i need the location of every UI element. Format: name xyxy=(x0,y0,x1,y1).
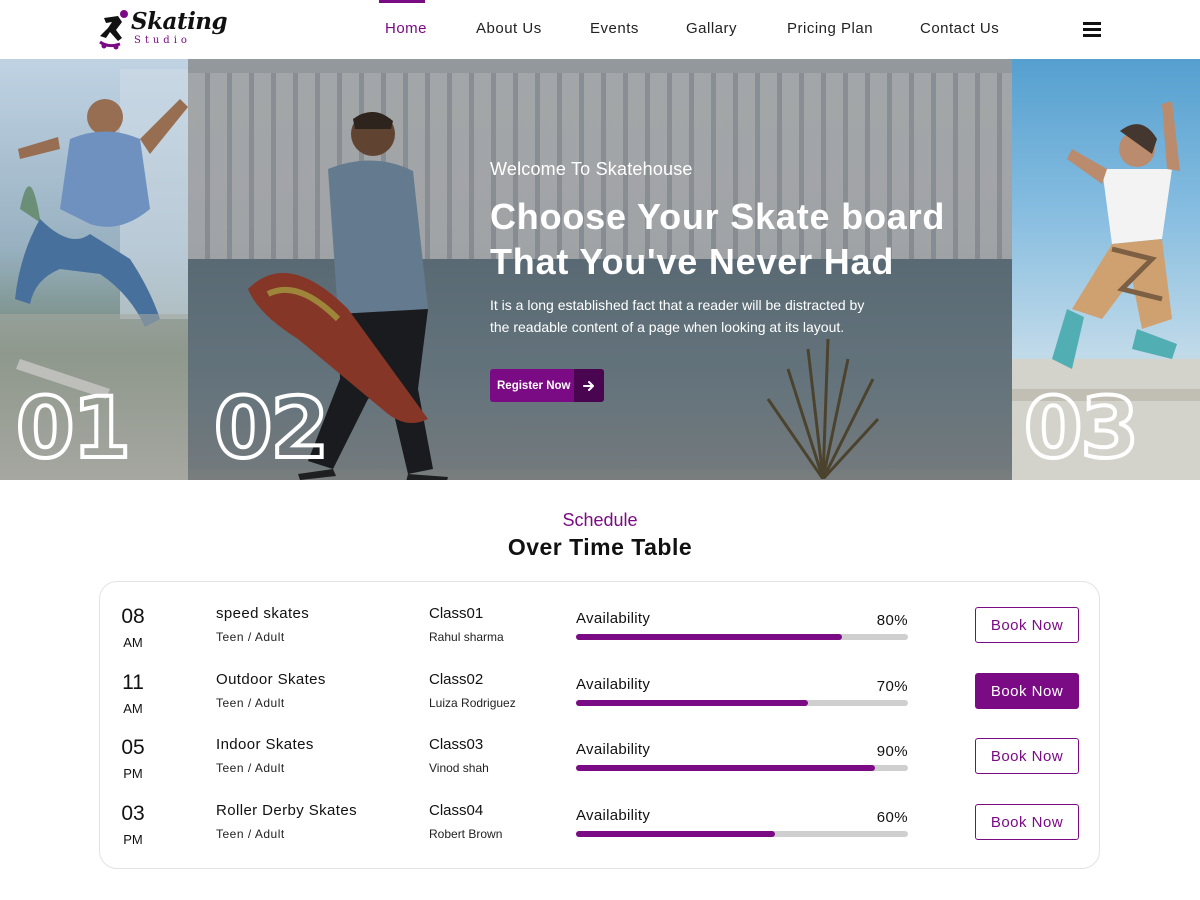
hamburger-icon[interactable] xyxy=(1083,22,1101,38)
availability-bar xyxy=(576,634,908,640)
class-audience: Teen / Adult xyxy=(216,827,285,841)
arrow-right-icon xyxy=(574,369,604,402)
availability-bar xyxy=(576,765,908,771)
hero-description-line-1: It is a long established fact that a rea… xyxy=(490,297,865,313)
availability-label: Availability xyxy=(576,676,651,693)
slide-number-1[interactable]: 01 xyxy=(14,384,133,472)
schedule-table: 08 AM speed skates Teen / Adult Class01 … xyxy=(99,581,1100,869)
availability-bar-fill xyxy=(576,765,875,771)
class-code: Class01 xyxy=(429,605,484,622)
class-name: Indoor Skates xyxy=(216,736,314,753)
book-now-button[interactable]: Book Now xyxy=(975,804,1079,840)
class-code: Class02 xyxy=(429,671,484,688)
hero-title: Choose Your Skate board That You've Neve… xyxy=(490,194,970,284)
hero-content: Welcome To Skatehouse Choose Your Skate … xyxy=(490,159,970,338)
class-instructor: Luiza Rodriguez xyxy=(429,696,516,710)
class-audience: Teen / Adult xyxy=(216,761,285,775)
hero-title-line-2: That You've Never Had xyxy=(490,241,895,282)
availability-bar-fill xyxy=(576,831,776,837)
skater-logo-icon xyxy=(99,10,128,50)
book-now-button[interactable]: Book Now xyxy=(975,673,1079,709)
nav-item-home[interactable]: Home xyxy=(385,20,427,37)
nav-item-events[interactable]: Events xyxy=(590,20,639,37)
nav-item-gallary[interactable]: Gallary xyxy=(686,20,737,37)
class-instructor: Rahul sharma xyxy=(429,630,504,644)
availability-bar xyxy=(576,831,908,837)
class-code: Class03 xyxy=(429,736,484,753)
availability-percent: 70% xyxy=(876,678,908,695)
availability-bar xyxy=(576,700,908,706)
nav-active-indicator xyxy=(379,0,425,3)
book-now-button[interactable]: Book Now xyxy=(975,607,1079,643)
site-header: Skating Studio Home About Us Events Gall… xyxy=(0,0,1200,59)
schedule-row: 11 AM Outdoor Skates Teen / Adult Class0… xyxy=(100,671,1101,731)
time-period: AM xyxy=(123,635,143,650)
schedule-row: 05 PM Indoor Skates Teen / Adult Class03… xyxy=(100,736,1101,796)
schedule-subtitle: Schedule xyxy=(562,510,638,530)
schedule-title: Over Time Table xyxy=(507,534,693,560)
time-hour: 03 xyxy=(121,802,145,825)
time-hour: 08 xyxy=(121,605,145,628)
register-now-button[interactable]: Register Now xyxy=(490,369,604,402)
site-logo[interactable]: Skating Studio xyxy=(98,6,228,52)
nav-item-pricing-plan[interactable]: Pricing Plan xyxy=(787,20,873,37)
hero-title-line-1: Choose Your Skate board xyxy=(490,196,946,237)
nav-item-contact-us[interactable]: Contact Us xyxy=(920,20,999,37)
hero-slider: 01 02 03 Welcome To Skatehouse Choose Yo… xyxy=(0,59,1200,480)
logo-subtitle: Studio xyxy=(134,35,191,46)
class-audience: Teen / Adult xyxy=(216,630,285,644)
schedule-row: 08 AM speed skates Teen / Adult Class01 … xyxy=(100,605,1101,665)
book-now-button[interactable]: Book Now xyxy=(975,738,1079,774)
class-instructor: Robert Brown xyxy=(429,827,503,841)
availability-percent: 90% xyxy=(876,743,908,760)
class-name: Roller Derby Skates xyxy=(216,802,357,819)
time-period: PM xyxy=(123,766,143,781)
nav-item-about-us[interactable]: About Us xyxy=(476,20,542,37)
availability-label: Availability xyxy=(576,610,651,627)
schedule-row: 03 PM Roller Derby Skates Teen / Adult C… xyxy=(100,802,1101,862)
time-period: AM xyxy=(123,701,143,716)
availability-percent: 60% xyxy=(876,809,908,826)
class-audience: Teen / Adult xyxy=(216,696,285,710)
class-instructor: Vinod shah xyxy=(429,761,489,775)
logo-wordmark: Skating xyxy=(131,8,228,35)
time-hour: 05 xyxy=(121,736,145,759)
availability-bar-fill xyxy=(576,634,842,640)
hero-description: It is a long established fact that a rea… xyxy=(490,294,970,338)
class-name: Outdoor Skates xyxy=(216,671,326,688)
time-hour: 11 xyxy=(122,671,144,694)
availability-bar-fill xyxy=(576,700,809,706)
availability-label: Availability xyxy=(576,807,651,824)
class-name: speed skates xyxy=(216,605,310,622)
availability-label: Availability xyxy=(576,741,651,758)
hero-welcome-text: Welcome To Skatehouse xyxy=(490,159,693,179)
class-code: Class04 xyxy=(429,802,484,819)
hero-description-line-2: the readable content of a page when look… xyxy=(490,319,845,335)
availability-percent: 80% xyxy=(876,612,908,629)
register-now-label: Register Now xyxy=(497,379,571,392)
slide-number-3[interactable]: 03 xyxy=(1022,384,1141,472)
time-period: PM xyxy=(123,832,143,847)
slide-number-2[interactable]: 02 xyxy=(212,384,331,472)
